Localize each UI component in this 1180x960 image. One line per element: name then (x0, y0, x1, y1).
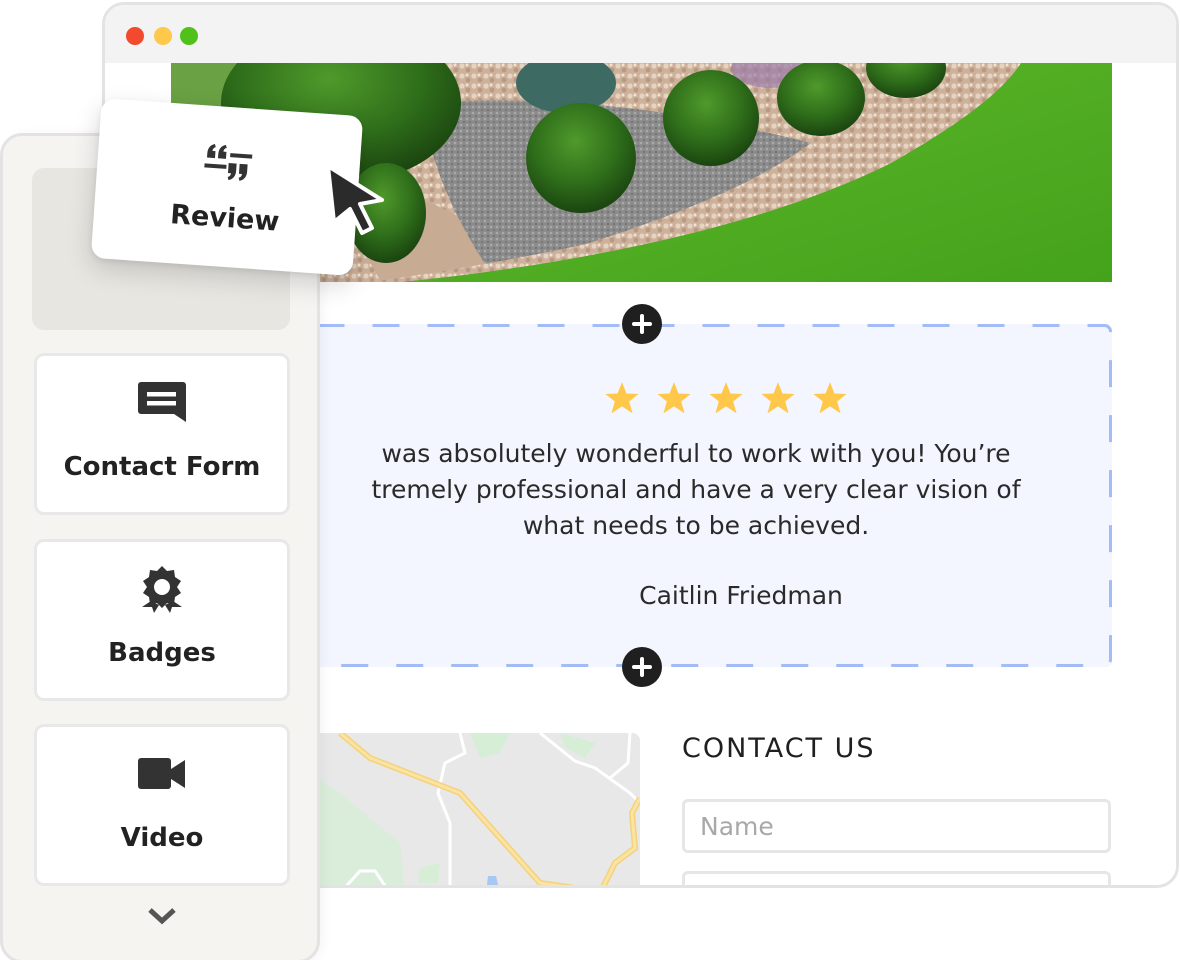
review-author: Caitlin Friedman (639, 581, 843, 610)
star-icon (709, 382, 743, 414)
review-section[interactable]: was absolutely wonderful to work with yo… (310, 324, 1112, 667)
plus-icon (632, 314, 652, 334)
tile-label: Video (120, 823, 204, 853)
drag-card-label: Review (169, 199, 281, 238)
title-bar (105, 5, 1176, 63)
add-section-below-button[interactable] (622, 647, 662, 687)
star-rating (310, 380, 1112, 420)
component-tile-video[interactable]: Video (34, 724, 290, 886)
tile-label: Badges (108, 638, 216, 668)
second-contact-input[interactable] (682, 871, 1111, 885)
star-icon (761, 382, 795, 414)
quote-line: tremely professional and have a very cle… (371, 475, 1021, 504)
component-tile-contact-form[interactable]: Contact Form (34, 353, 290, 515)
add-section-above-button[interactable] (622, 304, 662, 344)
quote-icon (204, 144, 253, 181)
tile-label: Contact Form (63, 452, 261, 482)
minimize-window-button[interactable] (154, 27, 172, 45)
quote-line: was absolutely wonderful to work with yo… (381, 439, 1011, 468)
quote-line: what needs to be achieved. (522, 511, 870, 540)
chevron-down-icon[interactable] (147, 906, 177, 926)
mouse-pointer-icon (326, 164, 384, 235)
name-input[interactable] (682, 799, 1111, 853)
contact-heading: CONTACT US (682, 733, 876, 764)
video-icon (138, 758, 185, 789)
badge-icon (142, 566, 182, 613)
map-embed[interactable] (310, 733, 640, 885)
message-icon (138, 382, 186, 422)
star-icon (813, 382, 847, 414)
plus-icon (632, 657, 652, 677)
star-icon (657, 382, 691, 414)
component-tile-badges[interactable]: Badges (34, 539, 290, 701)
close-window-button[interactable] (126, 27, 144, 45)
star-icon (605, 382, 639, 414)
review-quote: was absolutely wonderful to work with yo… (280, 436, 1112, 544)
maximize-window-button[interactable] (180, 27, 198, 45)
